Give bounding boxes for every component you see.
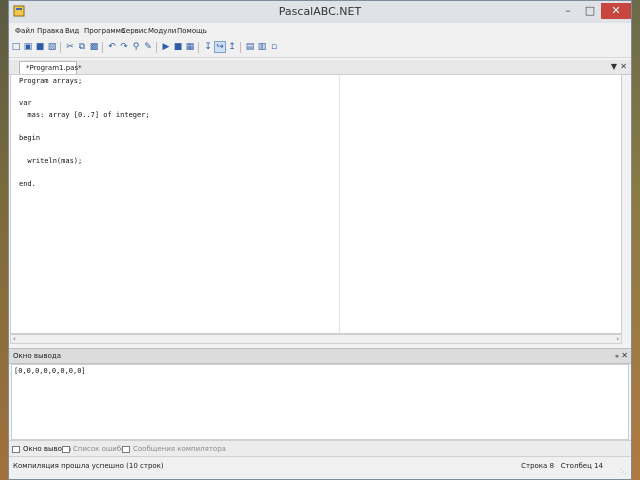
code-line: begin (19, 134, 41, 142)
code-line: end. (19, 180, 36, 188)
menu-file[interactable]: Файл (15, 27, 34, 35)
code-token: mas: array [0..7] of integer; (19, 111, 150, 119)
menu-help[interactable]: Помощь (177, 27, 207, 35)
tab-list-dropdown-icon[interactable]: ▼ (611, 62, 617, 71)
stop-icon[interactable]: ■ (173, 42, 183, 52)
desktop-right-edge (632, 0, 640, 480)
code-line: Program arrays; (19, 77, 83, 85)
code-editor[interactable]: Program arrays; var mas: array [0..7] of… (10, 74, 622, 334)
menu-program[interactable]: Программа (84, 27, 125, 35)
step-over-icon[interactable]: ↪ (214, 41, 226, 53)
save-icon[interactable]: ■ (35, 42, 45, 52)
code-line: mas: array [0..7] of integer; (19, 111, 150, 119)
scroll-right-icon[interactable]: › (616, 335, 619, 343)
menu-bar: Файл Правка Вид Программа Сервис Модули … (9, 23, 631, 39)
editor-gutter (11, 75, 18, 333)
toolbar-separator (240, 42, 241, 53)
scroll-left-icon[interactable]: ‹ (13, 335, 16, 343)
save-all-icon[interactable]: ▧ (47, 42, 57, 52)
toolbar-separator (156, 42, 157, 53)
menu-view[interactable]: Вид (65, 27, 79, 35)
close-button[interactable]: ✕ (601, 3, 631, 19)
menu-service[interactable]: Сервис (121, 27, 147, 35)
title-bar[interactable]: PascalABC.NET – □ ✕ (9, 1, 631, 23)
desktop-left-edge (0, 0, 8, 480)
minimize-button[interactable]: – (557, 3, 579, 19)
compile-icon[interactable]: ▦ (185, 42, 195, 52)
menu-modules[interactable]: Модули (148, 27, 176, 35)
editor-horizontal-scrollbar[interactable]: ‹ › (10, 334, 622, 344)
step-into-icon[interactable]: ↧ (203, 42, 213, 52)
run-icon[interactable]: ▶ (161, 42, 171, 52)
tab-close-icon[interactable]: ✕ (620, 62, 627, 71)
open-file-icon[interactable]: ▣ (23, 42, 33, 52)
window-title: PascalABC.NET (278, 5, 362, 18)
watch-icon[interactable]: ▥ (257, 42, 267, 52)
editor-tab-bar: *Program1.pas* ▼ ✕ (9, 60, 631, 75)
maximize-button[interactable]: □ (579, 3, 601, 19)
step-out-icon[interactable]: ↥ (227, 42, 237, 52)
code-line: var (19, 99, 32, 107)
paste-icon[interactable]: ▩ (89, 42, 99, 52)
editor-margin-guide (339, 75, 340, 333)
cut-icon[interactable]: ✂ (65, 42, 75, 52)
breakpoint-icon[interactable]: ▫ (269, 42, 279, 52)
toolbar-separator (60, 42, 61, 53)
toolbar: □ ▣ ■ ▧ ✂ ⧉ ▩ ↶ ↷ ⚲ ✎ ▶ ■ ▦ ↧ ↪ ↥ ▤ ▥ ▫ (9, 39, 631, 58)
code-line: writeln(mas); (19, 157, 83, 165)
toolbar-separator (102, 42, 103, 53)
tab-program1[interactable]: *Program1.pas* (19, 61, 82, 74)
form-designer-icon[interactable]: ▤ (245, 42, 255, 52)
replace-icon[interactable]: ✎ (143, 42, 153, 52)
toolbar-separator (198, 42, 199, 53)
find-icon[interactable]: ⚲ (131, 42, 141, 52)
undo-icon[interactable]: ↶ (107, 42, 117, 52)
redo-icon[interactable]: ↷ (119, 42, 129, 52)
copy-icon[interactable]: ⧉ (77, 42, 87, 52)
new-file-icon[interactable]: □ (11, 42, 21, 52)
menu-edit[interactable]: Правка (37, 27, 64, 35)
